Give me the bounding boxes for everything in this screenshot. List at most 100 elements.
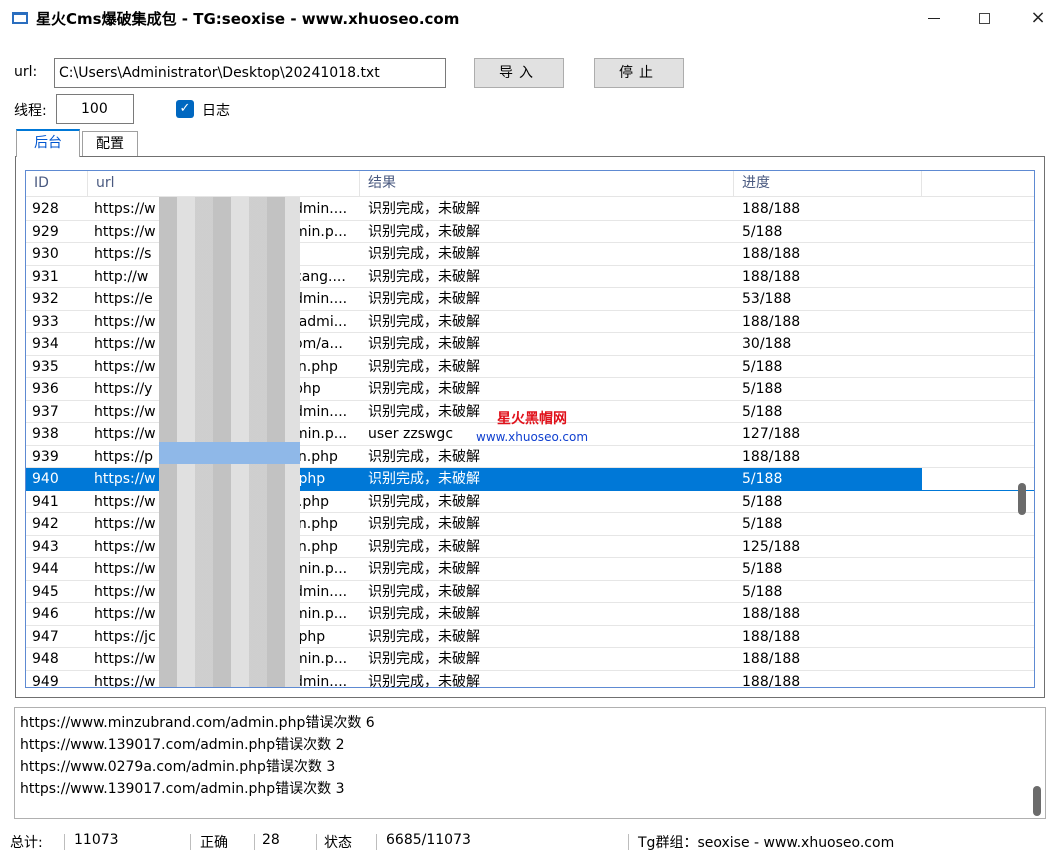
row-url-start: https://w [94, 471, 156, 487]
minimize-button[interactable] [912, 4, 956, 32]
row-progress-cell: 188/188 [742, 268, 801, 285]
row-url-end: in.php [294, 538, 338, 555]
row-id-cell: 931 [32, 268, 59, 285]
row-id-cell: 940 [26, 468, 88, 490]
stop-button[interactable]: 停止 [594, 58, 684, 88]
row-id-cell: 944 [32, 561, 59, 577]
maximize-icon [978, 13, 990, 24]
row-id-cell: 929 [32, 223, 59, 240]
log-checkbox[interactable]: ✓ [176, 100, 194, 118]
row-id-cell: 935 [32, 358, 59, 375]
url-label: url: [14, 64, 38, 80]
row-progress-cell: 188/188 [742, 628, 801, 645]
row-url-start: https://s [94, 246, 152, 262]
row-result-cell: 识别完成，未破解 [368, 651, 480, 667]
correct-label: 正确 [200, 835, 228, 851]
list-header: ID url 结果 进度 [26, 171, 1034, 197]
row-id-cell: 928 [32, 201, 59, 217]
row-progress-cell: 53/188 [742, 291, 792, 307]
watermark-url: www.xhuoseo.com [476, 430, 589, 444]
column-header-progress[interactable]: 进度 [734, 171, 922, 197]
row-url-end: min.p... [294, 223, 348, 240]
state-label: 状态 [324, 835, 352, 851]
row-url-start: https://w [94, 673, 156, 688]
row-id-cell: 945 [32, 583, 59, 600]
row-url-start: https://w [94, 223, 156, 240]
row-id-cell: 930 [32, 246, 59, 262]
checkmark-icon: ✓ [179, 101, 191, 116]
row-url-start: https://w [94, 426, 156, 442]
redacted-url-mask-selected [159, 442, 300, 464]
log-scrollbar[interactable] [1033, 786, 1041, 816]
list-scrollbar[interactable] [1018, 483, 1026, 515]
tab-backend[interactable]: 后台 [16, 129, 80, 157]
tab-config[interactable]: 配置 [82, 131, 138, 157]
row-id-cell: 936 [32, 381, 59, 397]
window-title: 星火Cms爆破集成包 - TG:seoxise - www.xhuoseo.co… [36, 10, 460, 28]
row-url-start: https://w [94, 538, 156, 555]
row-url-end: in.php [294, 358, 338, 375]
row-result-cell: 识别完成，未破解 [368, 201, 480, 217]
row-progress-cell: 188/188 [742, 606, 801, 622]
column-header-result[interactable]: 结果 [360, 171, 734, 197]
row-url-start: https://e [94, 291, 153, 307]
row-url-end: om/a... [294, 336, 343, 352]
close-button[interactable]: × [1016, 4, 1060, 32]
row-result-cell: 识别完成，未破解 [368, 381, 480, 397]
log-line: https://www.139017.com/admin.php错误次数 3 [20, 781, 345, 797]
thread-count-input[interactable] [56, 94, 134, 124]
row-result-cell: 识别完成，未破解 [368, 291, 480, 307]
status-separator [316, 834, 317, 850]
row-url-end: min.p... [294, 606, 348, 622]
row-result-cell: 识别完成，未破解 [368, 516, 480, 532]
correct-value: 28 [262, 832, 280, 848]
thread-label: 线程: [14, 103, 47, 119]
row-url-start: http://w [94, 268, 149, 285]
row-progress-cell: 5/188 [734, 468, 922, 490]
log-output[interactable]: https://www.minzubrand.com/admin.php错误次数… [14, 707, 1046, 819]
row-url-end: dmin.... [294, 673, 348, 688]
row-result-cell: 识别完成，未破解 [368, 336, 480, 352]
status-bar: 总计: 11073 正确 28 状态 6685/11073 Tg群组：seoxi… [0, 832, 1064, 852]
row-url-start: https://w [94, 358, 156, 375]
row-url-start: https://jc [94, 628, 156, 645]
row-progress-cell: 5/188 [742, 561, 783, 577]
row-progress-cell: 188/188 [742, 448, 801, 465]
row-result-cell: 识别完成，未破解 [368, 583, 480, 600]
row-progress-cell: 188/188 [742, 673, 801, 688]
maximize-button[interactable] [962, 4, 1006, 32]
row-url-end: /admi... [294, 313, 348, 330]
column-header-url[interactable]: url [88, 171, 360, 197]
row-url-end: dmin.... [294, 583, 348, 600]
url-input[interactable] [54, 58, 446, 88]
row-id-cell: 934 [32, 336, 59, 352]
row-result-cell: 识别完成，未破解 [368, 538, 480, 555]
row-url-end: dmin.... [294, 291, 348, 307]
row-url-start: https://w [94, 606, 156, 622]
row-progress-cell: 188/188 [742, 313, 801, 330]
row-url-end: in.php [294, 448, 338, 465]
row-result-cell: 识别完成，未破解 [368, 606, 480, 622]
row-result-cell: 识别完成，未破解 [368, 448, 480, 465]
row-url-start: https://p [94, 448, 154, 465]
column-header-id[interactable]: ID [26, 171, 88, 197]
row-url-start: https://w [94, 336, 156, 352]
row-id-cell: 933 [32, 313, 59, 330]
total-label: 总计: [10, 835, 43, 851]
row-progress-cell: 5/188 [742, 493, 783, 510]
row-result-cell: 识别完成，未破解 [368, 246, 480, 262]
row-result-cell: 识别完成，未破解 [368, 673, 480, 688]
row-id-cell: 948 [32, 651, 59, 667]
row-result-cell: 识别完成，未破解 [368, 313, 480, 330]
row-id-cell: 937 [32, 403, 59, 420]
row-result-cell: 识别完成，未破解 [368, 561, 480, 577]
watermark: 星火黑帽网 www.xhuoseo.com [476, 408, 588, 444]
close-icon: × [1030, 7, 1046, 28]
row-url-start: https://w [94, 493, 156, 510]
app-window-icon [12, 12, 28, 24]
row-result-cell: 识别完成，未破解 [368, 268, 480, 285]
row-result-cell: 识别完成，未破解 [368, 223, 480, 240]
import-button[interactable]: 导入 [474, 58, 564, 88]
log-checkbox-label: 日志 [202, 103, 230, 119]
row-progress-cell: 5/188 [742, 381, 783, 397]
